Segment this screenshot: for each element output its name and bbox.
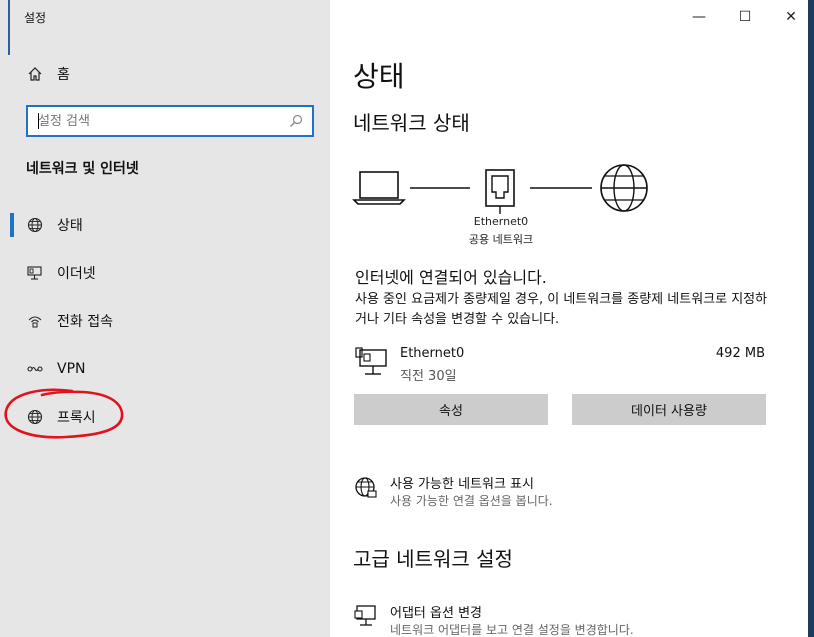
minimize-button[interactable]: — bbox=[676, 0, 722, 34]
properties-button[interactable]: 속성 bbox=[354, 394, 548, 425]
globe-icon bbox=[26, 216, 44, 234]
red-annotation-circle bbox=[4, 388, 124, 439]
computer-icon bbox=[352, 171, 406, 205]
sidebar-item-ethernet[interactable]: 이더넷 bbox=[26, 261, 96, 285]
ethernet-adapter-icon bbox=[355, 347, 389, 381]
adapter-options-desc: 네트워크 어댑터를 보고 연결 설정을 변경합니다. bbox=[390, 623, 634, 637]
connection-description: 사용 중인 요금제가 종량제일 경우, 이 네트워크를 종량제 네트워크로 지정… bbox=[355, 292, 768, 327]
network-globe-icon bbox=[354, 476, 378, 504]
sidebar-item-label: 이더넷 bbox=[57, 266, 96, 282]
window-title: 설정 bbox=[24, 11, 47, 25]
section-heading: 네트워크 및 인터넷 bbox=[26, 161, 139, 177]
sidebar: 설정 홈 네트워크 및 인터넷 상태 이더넷 bbox=[0, 0, 330, 637]
ethernet-icon bbox=[26, 264, 44, 282]
network-status-heading: 네트워크 상태 bbox=[353, 111, 470, 135]
settings-window: 설정 홈 네트워크 및 인터넷 상태 이더넷 bbox=[0, 0, 814, 637]
advanced-settings-heading: 고급 네트워크 설정 bbox=[353, 547, 513, 571]
search-box[interactable] bbox=[26, 105, 314, 137]
sidebar-item-status[interactable]: 상태 bbox=[26, 213, 83, 237]
dialup-icon bbox=[26, 312, 44, 330]
sidebar-item-vpn[interactable]: VPN bbox=[26, 357, 86, 381]
maximize-button[interactable]: ☐ bbox=[722, 0, 768, 34]
adapter-options-link[interactable]: 어댑터 옵션 변경 bbox=[390, 602, 482, 621]
sidebar-item-label: 상태 bbox=[57, 218, 83, 234]
search-icon[interactable] bbox=[288, 113, 304, 133]
diagram-network-type: 공용 네트워크 bbox=[468, 233, 534, 246]
vpn-icon bbox=[26, 360, 44, 378]
nav-home[interactable]: 홈 bbox=[26, 62, 70, 86]
window-edge-accent bbox=[8, 0, 10, 55]
page-title: 상태 bbox=[353, 60, 405, 93]
home-icon bbox=[26, 65, 44, 83]
sidebar-item-dialup[interactable]: 전화 접속 bbox=[26, 309, 113, 333]
adapter-name: Ethernet0 bbox=[400, 346, 465, 361]
text-caret bbox=[38, 113, 39, 129]
adapter-period: 직전 30일 bbox=[400, 369, 457, 384]
sidebar-item-label: 전화 접속 bbox=[57, 314, 113, 330]
show-networks-desc: 사용 가능한 연결 옵션을 봅니다. bbox=[390, 494, 553, 508]
search-input[interactable] bbox=[28, 107, 278, 135]
adapter-options-icon bbox=[354, 604, 378, 634]
connection-status: 인터넷에 연결되어 있습니다. bbox=[355, 268, 547, 287]
data-usage-button[interactable]: 데이터 사용량 bbox=[572, 394, 766, 425]
ethernet-port-icon bbox=[485, 169, 515, 214]
caption-buttons: — ☐ ✕ bbox=[676, 0, 814, 34]
active-indicator bbox=[10, 213, 14, 237]
sidebar-item-label: VPN bbox=[57, 361, 86, 377]
show-networks-link[interactable]: 사용 가능한 네트워크 표시 bbox=[390, 473, 534, 492]
nav-home-label: 홈 bbox=[57, 67, 70, 83]
desktop-background-strip bbox=[808, 0, 814, 637]
diagram-adapter-name: Ethernet0 bbox=[473, 215, 529, 228]
internet-globe-icon bbox=[600, 164, 648, 212]
adapter-usage: 492 MB bbox=[715, 346, 765, 361]
